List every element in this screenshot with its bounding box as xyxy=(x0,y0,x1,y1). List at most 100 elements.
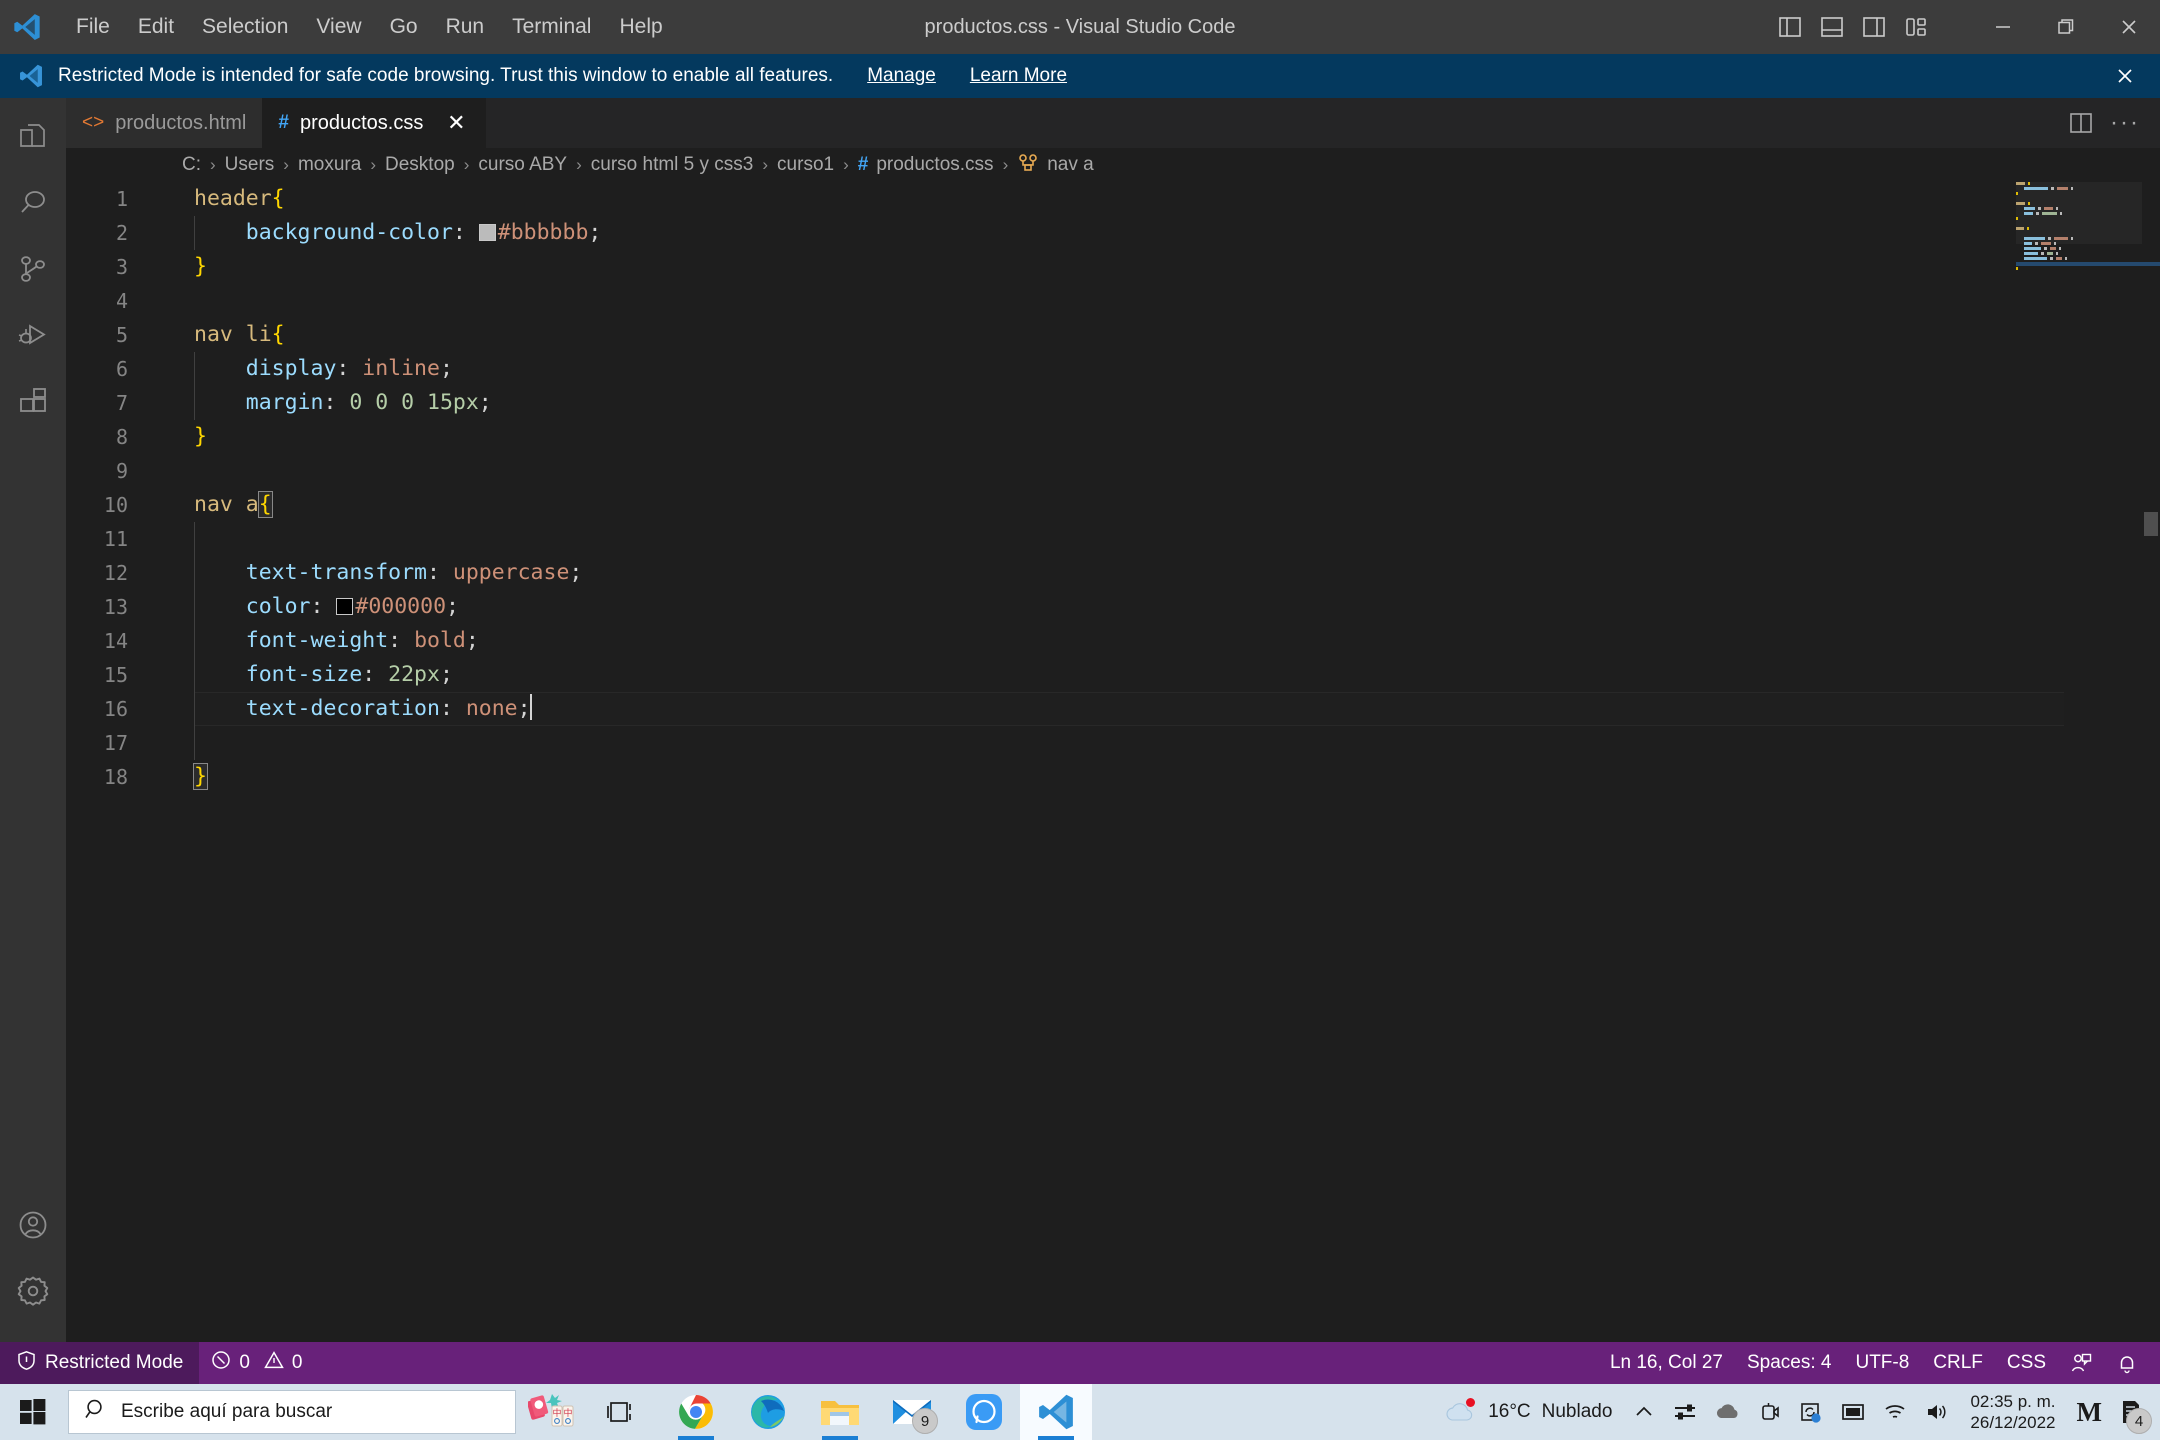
breadcrumb-item-desktop[interactable]: Desktop xyxy=(383,154,457,176)
status-editor-language[interactable]: CSS xyxy=(1995,1342,2058,1384)
breadcrumb-item-moxura[interactable]: moxura xyxy=(296,154,363,176)
search-input[interactable]: Escribe aquí para buscar xyxy=(68,1390,516,1434)
sidebar-item-run-debug[interactable] xyxy=(0,302,66,368)
sidebar-item-extensions[interactable] xyxy=(0,368,66,434)
breadcrumb: C: › Users › moxura › Desktop › curso AB… xyxy=(66,148,2160,182)
minimap-token xyxy=(2016,227,2024,230)
code-line[interactable]: 4 xyxy=(66,284,2160,318)
code-line[interactable]: 17 xyxy=(66,726,2160,760)
network-settings-icon[interactable] xyxy=(1664,1384,1706,1440)
camera-icon[interactable] xyxy=(1750,1384,1790,1440)
tab-close-button[interactable]: ✕ xyxy=(442,109,470,137)
code-line[interactable]: 1 header{ xyxy=(66,182,2160,216)
scrollbar-thumb[interactable] xyxy=(2144,512,2158,536)
banner-learn-more-link[interactable]: Learn More xyxy=(970,65,1067,87)
code-line[interactable]: 11 xyxy=(66,522,2160,556)
sidebar-item-source-control[interactable] xyxy=(0,236,66,302)
code-token: ; xyxy=(569,560,583,585)
breadcrumb-item-c[interactable]: C: xyxy=(180,154,203,176)
banner-close-button[interactable] xyxy=(2108,59,2142,93)
menu-file[interactable]: File xyxy=(62,8,124,45)
code-editor[interactable]: 1 header{2 background-color: #bbbbbb; 3} 4 5… xyxy=(66,182,2160,1342)
notifications-icon[interactable]: 4 xyxy=(2110,1384,2152,1440)
status-editor-encoding[interactable]: UTF-8 xyxy=(1843,1342,1921,1384)
meet-logo-icon[interactable]: M xyxy=(2068,1384,2110,1440)
code-lines[interactable]: 1 header{2 background-color: #bbbbbb; 3} 4 5… xyxy=(66,182,2160,1342)
editor-minimap[interactable] xyxy=(2016,182,2160,1342)
breadcrumb-item-curso-html5-css3[interactable]: curso html 5 y css3 xyxy=(589,154,756,176)
tab-productos-html[interactable]: <> productos.html xyxy=(66,98,263,148)
chrome-icon[interactable] xyxy=(660,1384,732,1440)
messenger-icon[interactable] xyxy=(948,1384,1020,1440)
taskbar-clock[interactable]: 02:35 p. m. 26/12/2022 xyxy=(1958,1384,2067,1440)
notifications-bell-icon[interactable] xyxy=(2104,1342,2150,1384)
sidebar-item-explorer[interactable] xyxy=(0,104,66,170)
mahjong-icon[interactable]: 中 中 xyxy=(516,1384,588,1440)
weather-widget[interactable]: 16°C Nublado xyxy=(1431,1384,1624,1440)
onedrive-cloud-icon[interactable] xyxy=(1706,1384,1750,1440)
breadcrumb-item-curso-aby[interactable]: curso ABY xyxy=(476,154,569,176)
editor-vertical-scrollbar[interactable] xyxy=(2142,182,2160,1342)
sync-update-icon[interactable] xyxy=(1790,1384,1832,1440)
task-view-icon[interactable] xyxy=(588,1384,660,1440)
color-swatch[interactable] xyxy=(336,598,354,615)
code-line[interactable]: 6 display: inline; xyxy=(66,352,2160,386)
code-line[interactable]: 18} xyxy=(66,760,2160,794)
show-hidden-icons-chevron[interactable] xyxy=(1624,1384,1664,1440)
status-restricted-mode[interactable]: Restricted Mode xyxy=(0,1342,200,1384)
wifi-icon[interactable] xyxy=(1874,1384,1916,1440)
status-editor-eol[interactable]: CRLF xyxy=(1921,1342,1995,1384)
code-line[interactable]: 13 color: #000000; xyxy=(66,590,2160,624)
maximize-button[interactable] xyxy=(2034,0,2097,54)
code-line[interactable]: 12 text-transform: uppercase; xyxy=(66,556,2160,590)
toggle-panel-icon[interactable] xyxy=(1813,8,1851,46)
menu-terminal[interactable]: Terminal xyxy=(498,8,605,45)
sidebar-item-search[interactable] xyxy=(0,170,66,236)
breadcrumb-item-nav-a[interactable]: nav a xyxy=(1015,152,1095,178)
menu-help[interactable]: Help xyxy=(605,8,676,45)
tab-productos-css[interactable]: # productos.css ✕ xyxy=(262,98,487,148)
split-editor-right-icon[interactable] xyxy=(2062,104,2100,142)
code-line[interactable]: 15 font-size: 22px; xyxy=(66,658,2160,692)
toggle-secondary-sidebar-icon[interactable] xyxy=(1855,8,1893,46)
menu-edit[interactable]: Edit xyxy=(124,8,188,45)
code-line[interactable]: 5 nav li{ xyxy=(66,318,2160,352)
accounts-icon[interactable] xyxy=(0,1192,66,1258)
close-button[interactable] xyxy=(2097,0,2160,54)
banner-manage-link[interactable]: Manage xyxy=(867,65,936,87)
mail-icon[interactable]: 9 xyxy=(876,1384,948,1440)
feedback-icon[interactable] xyxy=(2058,1342,2104,1384)
toggle-primary-sidebar-icon[interactable] xyxy=(1771,8,1809,46)
display-icon[interactable] xyxy=(1832,1384,1874,1440)
color-swatch[interactable] xyxy=(478,224,496,241)
code-line[interactable]: 16 text-decoration: none; xyxy=(66,692,2160,726)
settings-gear-icon[interactable] xyxy=(0,1258,66,1324)
more-actions-icon[interactable]: ··· xyxy=(2106,104,2144,142)
volume-icon[interactable] xyxy=(1916,1384,1958,1440)
minimap-slider[interactable] xyxy=(2016,182,2142,244)
code-line[interactable]: 14 font-weight: bold; xyxy=(66,624,2160,658)
code-line[interactable]: 10 nav a{ xyxy=(66,488,2160,522)
code-line[interactable]: 7 margin: 0 0 0 15px; xyxy=(66,386,2160,420)
menu-run[interactable]: Run xyxy=(432,8,499,45)
menu-go[interactable]: Go xyxy=(376,8,432,45)
status-problems[interactable]: 0 0 xyxy=(199,1342,314,1384)
edge-icon[interactable] xyxy=(732,1384,804,1440)
customize-layout-icon[interactable] xyxy=(1897,8,1935,46)
breadcrumb-item-users[interactable]: Users xyxy=(223,154,277,176)
file-explorer-icon[interactable] xyxy=(804,1384,876,1440)
menu-selection[interactable]: Selection xyxy=(188,8,302,45)
code-line[interactable]: 8} xyxy=(66,420,2160,454)
status-editor-position[interactable]: Ln 16, Col 27 xyxy=(1598,1342,1735,1384)
status-editor-indentation[interactable]: Spaces: 4 xyxy=(1735,1342,1844,1384)
code-line[interactable]: 2 background-color: #bbbbbb; xyxy=(66,216,2160,250)
vscode-taskbar-icon[interactable] xyxy=(1020,1384,1092,1440)
code-line[interactable]: 3} xyxy=(66,250,2160,284)
breadcrumb-item-curso1[interactable]: curso1 xyxy=(775,154,836,176)
code-line[interactable]: 9 xyxy=(66,454,2160,488)
breadcrumb-item-productos-css[interactable]: # productos.css xyxy=(856,154,996,176)
line-number: 6 xyxy=(115,357,128,381)
menu-view[interactable]: View xyxy=(302,8,375,45)
minimize-button[interactable] xyxy=(1971,0,2034,54)
start-button[interactable] xyxy=(0,1384,66,1440)
